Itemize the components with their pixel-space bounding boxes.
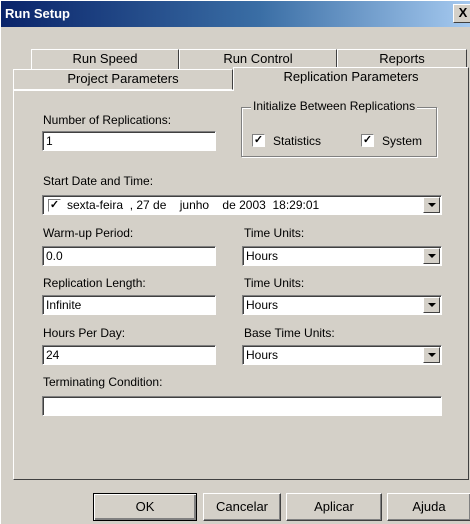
close-icon[interactable]: X — [453, 4, 470, 23]
window-title: Run Setup — [5, 6, 70, 21]
cancel-button[interactable]: Cancelar — [203, 493, 281, 521]
tab-reports[interactable]: Reports — [337, 49, 467, 69]
system-label: System — [382, 134, 423, 148]
warmup-label: Warm-up Period: — [43, 226, 134, 240]
chevron-down-icon[interactable] — [423, 297, 440, 313]
initialize-group — [241, 107, 437, 157]
tab-label: Run Speed — [72, 51, 138, 66]
start-date-value: sexta-feira , 27 de junho de 2003 18:29:… — [67, 198, 320, 212]
tab-label: Project Parameters — [67, 71, 179, 86]
terminating-label: Terminating Condition: — [43, 375, 163, 389]
statistics-checkbox[interactable]: ✓ — [252, 134, 265, 147]
statistics-label: Statistics — [273, 134, 322, 148]
hours-per-day-label: Hours Per Day: — [43, 326, 126, 340]
chevron-down-icon[interactable] — [423, 197, 440, 213]
start-date-label: Start Date and Time: — [43, 174, 154, 188]
tab-label: Replication Parameters — [283, 69, 419, 84]
ok-button[interactable]: OK — [93, 493, 197, 521]
base-units-value: Hours — [246, 348, 279, 362]
system-checkbox[interactable]: ✓ — [361, 134, 374, 147]
hours-per-day-input[interactable]: 24 — [42, 345, 216, 365]
apply-button[interactable]: Aplicar — [286, 493, 382, 521]
help-button[interactable]: Ajuda — [387, 493, 470, 521]
start-date-checkbox[interactable]: ✓ — [48, 199, 61, 212]
title-bar[interactable]: Run Setup X — [1, 1, 470, 27]
warmup-input[interactable]: 0.0 — [42, 246, 216, 266]
tab-label: Run Control — [223, 51, 293, 66]
tab-run-speed[interactable]: Run Speed — [31, 49, 179, 69]
chevron-down-icon[interactable] — [423, 248, 440, 264]
num-replications-label: Number of Replications: — [43, 113, 172, 127]
rep-length-input[interactable]: Infinite — [42, 295, 216, 315]
warmup-units-label: Time Units: — [244, 226, 305, 240]
initialize-group-title: Initialize Between Replications — [251, 99, 418, 113]
chevron-down-icon[interactable] — [423, 347, 440, 363]
run-setup-dialog: Run Setup X Run Speed Run Control Report… — [0, 0, 470, 524]
warmup-units-select[interactable]: Hours — [242, 246, 442, 266]
rep-length-label: Replication Length: — [43, 276, 146, 290]
tab-replication-parameters[interactable]: Replication Parameters — [233, 67, 469, 91]
base-units-label: Base Time Units: — [244, 326, 335, 340]
tab-run-control[interactable]: Run Control — [179, 49, 337, 69]
start-date-picker[interactable]: ✓ sexta-feira , 27 de junho de 2003 18:2… — [42, 195, 442, 215]
tab-label: Reports — [379, 51, 425, 66]
base-units-select[interactable]: Hours — [242, 345, 442, 365]
warmup-units-value: Hours — [246, 249, 279, 263]
rep-length-units-value: Hours — [246, 298, 279, 312]
terminating-input[interactable] — [42, 396, 442, 416]
rep-length-units-select[interactable]: Hours — [242, 295, 442, 315]
num-replications-input[interactable]: 1 — [42, 131, 216, 151]
rep-length-units-label: Time Units: — [244, 276, 305, 290]
tab-project-parameters[interactable]: Project Parameters — [13, 69, 233, 90]
